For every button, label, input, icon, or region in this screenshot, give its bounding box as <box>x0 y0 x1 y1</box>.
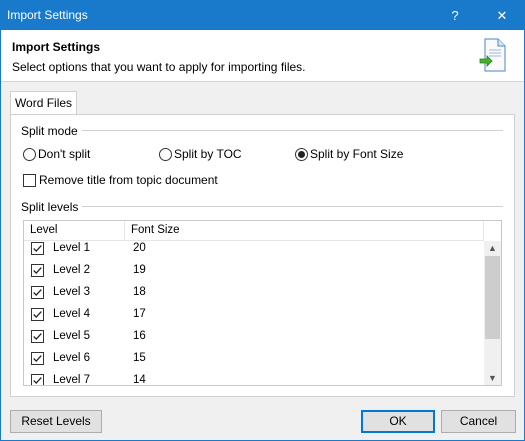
header-title: Import Settings <box>12 40 101 54</box>
radio-circle[interactable] <box>23 147 36 161</box>
font-size-cell[interactable]: 14 <box>133 374 146 385</box>
cancel-button[interactable]: Cancel <box>441 410 516 433</box>
split-mode-divider <box>78 130 503 131</box>
table-row[interactable]: Level 7 14 <box>24 370 484 386</box>
dialog-header: Import Settings Select options that you … <box>1 30 524 82</box>
checkbox-checked-icon[interactable] <box>31 374 44 386</box>
scroll-up-icon[interactable]: ▲ <box>484 241 501 255</box>
radio-split-by-font-size-label: Split by Font Size <box>310 147 404 161</box>
window-title: Import Settings <box>7 8 88 22</box>
column-header-font-size[interactable]: Font Size <box>131 224 180 236</box>
font-size-cell[interactable]: 15 <box>133 352 146 364</box>
checkbox-checked-icon[interactable] <box>31 308 44 321</box>
split-levels-grid[interactable]: Level Font Size Level 1 20 Level 2 19 Le… <box>23 220 502 386</box>
checkbox-box[interactable] <box>23 173 36 187</box>
radio-circle-selected[interactable] <box>295 147 308 161</box>
level-cell: Level 7 <box>53 374 91 386</box>
header-subtitle: Select options that you want to apply fo… <box>12 60 306 74</box>
radio-split-by-toc-label: Split by TOC <box>174 147 242 161</box>
title-bar[interactable]: Import Settings ? ✕ <box>1 1 524 30</box>
font-size-cell[interactable]: 19 <box>133 264 146 276</box>
table-row[interactable]: Level 4 17 <box>24 304 484 326</box>
reset-levels-button[interactable]: Reset Levels <box>10 410 102 433</box>
checkbox-checked-icon[interactable] <box>31 264 44 277</box>
font-size-cell[interactable]: 16 <box>133 330 146 342</box>
scrollbar-thumb[interactable] <box>485 256 500 339</box>
ok-button[interactable]: OK <box>361 410 435 433</box>
level-cell: Level 3 <box>53 286 91 298</box>
checkbox-checked-icon[interactable] <box>31 242 44 255</box>
close-button[interactable]: ✕ <box>482 1 522 30</box>
radio-split-by-font-size[interactable]: Split by Font Size <box>295 147 403 161</box>
level-cell: Level 4 <box>53 308 91 320</box>
table-row[interactable]: Level 2 19 <box>24 260 484 282</box>
font-size-cell[interactable]: 20 <box>133 242 146 254</box>
column-header-level[interactable]: Level <box>30 224 58 236</box>
level-cell: Level 5 <box>53 330 91 342</box>
split-levels-divider <box>78 206 503 207</box>
table-row[interactable]: Level 6 15 <box>24 348 484 370</box>
split-levels-label: Split levels <box>21 200 83 214</box>
font-size-cell[interactable]: 17 <box>133 308 146 320</box>
split-mode-label: Split mode <box>21 124 82 138</box>
remove-title-label: Remove title from topic document <box>39 173 218 187</box>
import-settings-dialog: Import Settings ? ✕ Import Settings Sele… <box>0 0 525 441</box>
table-row[interactable]: Level 5 16 <box>24 326 484 348</box>
radio-dont-split-label: Don't split <box>38 147 91 161</box>
vertical-scrollbar[interactable]: ▲ ▼ <box>484 241 501 385</box>
checkbox-checked-icon[interactable] <box>31 330 44 343</box>
level-cell: Level 1 <box>53 242 91 254</box>
radio-dont-split[interactable]: Don't split <box>23 147 90 161</box>
table-row[interactable]: Level 3 18 <box>24 282 484 304</box>
checkbox-checked-icon[interactable] <box>31 352 44 365</box>
checkbox-checked-icon[interactable] <box>31 286 44 299</box>
level-cell: Level 6 <box>53 352 91 364</box>
help-button[interactable]: ? <box>435 1 475 30</box>
table-row[interactable]: Level 1 20 <box>24 238 484 260</box>
level-cell: Level 2 <box>53 264 91 276</box>
radio-circle[interactable] <box>159 147 172 161</box>
radio-split-by-toc[interactable]: Split by TOC <box>159 147 242 161</box>
tab-word-files[interactable]: Word Files <box>10 91 77 115</box>
document-import-icon <box>479 38 506 72</box>
scroll-down-icon[interactable]: ▼ <box>484 371 501 385</box>
remove-title-checkbox[interactable]: Remove title from topic document <box>23 173 218 187</box>
font-size-cell[interactable]: 18 <box>133 286 146 298</box>
